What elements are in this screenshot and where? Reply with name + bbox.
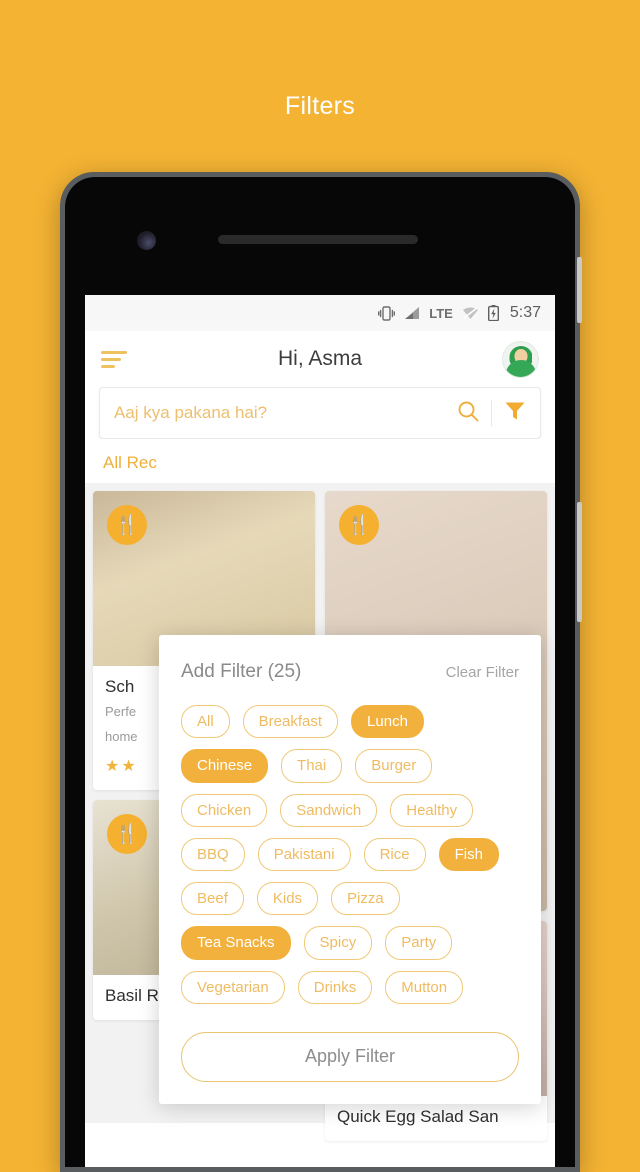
filter-chip-sandwich[interactable]: Sandwich [280, 793, 378, 827]
phone-device-frame: LTE 5:37 Hi, Asma Aaj kya pakana hai? Al… [60, 172, 582, 1172]
filter-chip-healthy[interactable]: Healthy [390, 793, 474, 827]
cutlery-icon: 🍴 [107, 813, 147, 854]
signal-icon [404, 306, 420, 320]
front-camera-icon [137, 231, 156, 250]
filter-chip-mutton[interactable]: Mutton [385, 970, 464, 1004]
filter-chip-burger[interactable]: Burger [355, 749, 433, 783]
power-button[interactable] [577, 257, 582, 323]
earpiece-speaker [218, 235, 418, 244]
phone-top-bezel [65, 177, 575, 295]
filter-chip-pakistani[interactable]: Pakistani [257, 837, 351, 871]
filter-panel-header: Add Filter (25) Clear Filter [181, 661, 519, 683]
vibrate-icon [378, 305, 396, 321]
status-bar-time: 5:37 [509, 304, 541, 321]
lte-label: LTE [429, 305, 453, 321]
cutlery-icon: 🍴 [107, 505, 147, 545]
search-input[interactable] [114, 403, 457, 423]
filter-chip-kids[interactable]: Kids [256, 882, 319, 916]
add-filter-label: Add Filter (25) [181, 661, 302, 682]
filter-chip-breakfast[interactable]: Breakfast [242, 705, 339, 739]
filter-chip-thai[interactable]: Thai [281, 749, 343, 783]
filter-chip-tea-snacks[interactable]: Tea Snacks [181, 926, 291, 960]
funnel-icon[interactable] [504, 400, 526, 427]
filter-chip-pizza[interactable]: Pizza [331, 882, 400, 916]
filter-chip-lunch[interactable]: Lunch [351, 705, 424, 739]
filter-chip-chicken[interactable]: Chicken [181, 793, 268, 827]
filter-chip-party[interactable]: Party [385, 926, 453, 960]
battery-charging-icon [487, 305, 499, 321]
wifi-off-icon [462, 306, 479, 320]
avatar[interactable] [502, 340, 539, 378]
filter-chip-all[interactable]: All [181, 705, 230, 739]
phone-screen: LTE 5:37 Hi, Asma Aaj kya pakana hai? Al… [85, 295, 555, 1167]
volume-button[interactable] [577, 502, 582, 622]
app-header: Hi, Asma [85, 331, 555, 387]
search-icon[interactable] [457, 400, 479, 427]
filter-chip-drinks[interactable]: Drinks [297, 970, 373, 1004]
recipe-title: Quick Egg Salad San [337, 1107, 499, 1126]
filter-chip-bbq[interactable]: BBQ [181, 837, 245, 871]
filter-chip-fish[interactable]: Fish [438, 837, 499, 871]
page-title: Filters [284, 92, 356, 120]
search-divider [491, 400, 492, 426]
filter-chip-spicy[interactable]: Spicy [303, 926, 373, 960]
search-bar-container [85, 387, 555, 439]
greeting-title: Hi, Asma [277, 347, 363, 370]
status-bar: LTE 5:37 [85, 295, 555, 331]
filter-chip-beef[interactable]: Beef [181, 882, 244, 916]
filter-chip-vegetarian[interactable]: Vegetarian [181, 970, 285, 1004]
apply-filter-button[interactable]: Apply Filter [181, 1031, 519, 1082]
search-bar[interactable] [99, 387, 541, 439]
tab-all-recipes[interactable]: All Rec [85, 439, 555, 483]
filter-chip-chinese[interactable]: Chinese [181, 749, 269, 783]
cutlery-icon: 🍴 [339, 505, 379, 545]
filter-chip-rice[interactable]: Rice [363, 837, 426, 871]
filter-panel: Add Filter (25) Clear Filter All Breakfas… [159, 635, 541, 1104]
clear-filter-button[interactable]: Clear Filter [446, 664, 519, 681]
filter-chip-list: All Breakfast Lunch Chinese Thai Burger Chicke… [181, 705, 519, 1004]
